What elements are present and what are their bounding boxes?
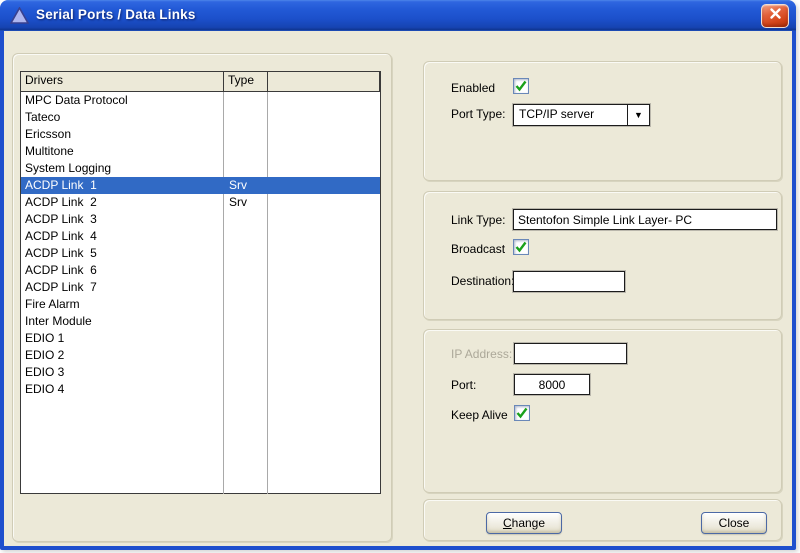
driver-type-cell: [224, 92, 268, 109]
driver-name-cell: EDIO 3: [25, 365, 65, 379]
driver-type-cell: [224, 364, 268, 381]
driver-type-cell: [224, 262, 268, 279]
port-type-dropdown[interactable]: TCP/IP server ▼: [513, 104, 650, 126]
list-item[interactable]: EDIO 2: [21, 347, 380, 364]
titlebar: Serial Ports / Data Links: [0, 0, 796, 31]
driver-type-cell: [224, 109, 268, 126]
driver-type-cell: [224, 143, 268, 160]
driver-type-cell: [224, 381, 268, 398]
link-type-label: Link Type:: [451, 213, 506, 227]
driver-name-cell: EDIO 2: [25, 348, 65, 362]
list-item[interactable]: EDIO 1: [21, 330, 380, 347]
driver-type-cell: [224, 211, 268, 228]
drivers-list-header: Drivers Type: [21, 72, 380, 92]
list-item[interactable]: ACDP Link 4: [21, 228, 380, 245]
list-item[interactable]: ACDP Link 5: [21, 245, 380, 262]
list-item[interactable]: Ericsson: [21, 126, 380, 143]
driver-name-cell: ACDP Link 4: [25, 229, 97, 243]
caret-down-icon[interactable]: ▼: [627, 105, 649, 125]
keep-alive-label: Keep Alive: [451, 408, 508, 422]
driver-type-cell: [224, 160, 268, 177]
drivers-list: Drivers Type MPC Data Protocol Tateco Eric…: [20, 71, 381, 494]
column-header-drivers: Drivers: [21, 72, 224, 91]
driver-name-cell: Ericsson: [25, 127, 72, 141]
driver-type-cell: [224, 347, 268, 364]
ip-address-field[interactable]: [514, 343, 627, 364]
keep-alive-checkbox[interactable]: [514, 405, 530, 421]
driver-name-cell: ACDP Link 3: [25, 212, 97, 226]
column-header-blank: [268, 72, 380, 91]
driver-type-cell: Srv: [229, 195, 247, 209]
x-mark-icon: [769, 7, 782, 25]
enabled-checkbox[interactable]: [513, 78, 529, 94]
destination-label: Destination:: [451, 274, 515, 288]
driver-name-cell: EDIO 4: [25, 382, 65, 396]
destination-field[interactable]: [513, 271, 625, 292]
broadcast-label: Broadcast: [451, 242, 506, 256]
driver-type-cell: [224, 330, 268, 347]
port-label: Port:: [451, 378, 477, 392]
port-type-value: TCP/IP server: [519, 107, 595, 121]
connection-groupbox: Enabled Port Type: TCP/IP server ▼: [423, 61, 782, 181]
list-item[interactable]: Tateco: [21, 109, 380, 126]
list-item[interactable]: ACDP Link 2 Srv: [21, 194, 380, 211]
driver-name-cell: Inter Module: [25, 314, 92, 328]
ip-groupbox: IP Address: Port: Keep Alive: [423, 329, 782, 493]
driver-type-cell: Srv: [229, 178, 247, 192]
triangle-delta-icon: [9, 6, 30, 24]
driver-name-cell: ACDP Link 2: [25, 195, 97, 209]
driver-name-cell: Tateco: [25, 110, 61, 124]
driver-name-cell: ACDP Link 1: [25, 178, 97, 192]
driver-list-body: MPC Data Protocol Tateco Ericsson Multitone…: [21, 92, 380, 494]
driver-name-cell: Multitone: [25, 144, 74, 158]
driver-type-cell: [224, 126, 268, 143]
dialog-client-area: Drivers Type MPC Data Protocol Tateco Eric…: [4, 31, 792, 546]
driver-name-cell: MPC Data Protocol: [25, 93, 128, 107]
serial-ports-dialog: Serial Ports / Data Links Drivers Type M…: [0, 0, 796, 550]
driver-name-cell: Fire Alarm: [25, 297, 80, 311]
ip-address-label: IP Address:: [451, 347, 513, 361]
link-type-field[interactable]: [513, 209, 777, 230]
check-icon: [515, 80, 527, 92]
driver-name-cell: System Logging: [25, 161, 112, 175]
driver-type-cell: [224, 245, 268, 262]
driver-type-cell: [224, 313, 268, 330]
port-field[interactable]: [514, 374, 590, 395]
list-item[interactable]: EDIO 3: [21, 364, 380, 381]
driver-name-cell: EDIO 1: [25, 331, 65, 345]
list-item[interactable]: ACDP Link 3: [21, 211, 380, 228]
list-item[interactable]: Inter Module: [21, 313, 380, 330]
link-groupbox: Link Type: Broadcast Destination:: [423, 191, 782, 320]
driver-type-cell: [224, 228, 268, 245]
close-window-button[interactable]: [761, 4, 789, 28]
buttons-groupbox: Change Close: [423, 499, 782, 541]
driver-name-cell: ACDP Link 5: [25, 246, 97, 260]
list-item[interactable]: ACDP Link 1 Srv: [21, 177, 380, 194]
dialog-title: Serial Ports / Data Links: [36, 7, 196, 22]
driver-type-cell: [224, 279, 268, 296]
list-item[interactable]: Fire Alarm: [21, 296, 380, 313]
list-item[interactable]: MPC Data Protocol: [21, 92, 380, 109]
close-button[interactable]: Close: [701, 512, 767, 534]
port-type-label: Port Type:: [451, 107, 506, 121]
driver-name-cell: ACDP Link 7: [25, 280, 97, 294]
driver-name-cell: ACDP Link 6: [25, 263, 97, 277]
check-icon: [516, 407, 528, 419]
enabled-label: Enabled: [451, 81, 496, 95]
change-button[interactable]: Change: [486, 512, 562, 534]
list-item[interactable]: ACDP Link 7: [21, 279, 380, 296]
list-item[interactable]: ACDP Link 6: [21, 262, 380, 279]
column-header-type: Type: [224, 72, 268, 91]
list-item[interactable]: System Logging: [21, 160, 380, 177]
driver-type-cell: [224, 296, 268, 313]
broadcast-checkbox[interactable]: [513, 239, 529, 255]
list-item[interactable]: EDIO 4: [21, 381, 380, 398]
check-icon: [515, 241, 527, 253]
list-item[interactable]: Multitone: [21, 143, 380, 160]
